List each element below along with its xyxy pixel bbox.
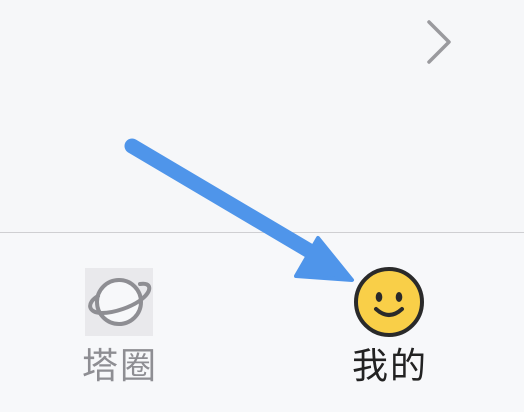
tab-mine[interactable]: 我的 xyxy=(310,233,470,412)
bottom-tab-bar: 塔圈 我的 xyxy=(0,233,524,412)
tab-mine-label: 我的 xyxy=(351,346,428,387)
chevron-right-icon[interactable] xyxy=(418,16,458,68)
planet-icon xyxy=(85,268,153,336)
tab-tower-circle[interactable]: 塔圈 xyxy=(40,233,200,412)
tab-tower-circle-label: 塔圈 xyxy=(81,346,158,387)
list-row-area xyxy=(0,0,524,232)
smiley-face-icon xyxy=(354,267,424,337)
